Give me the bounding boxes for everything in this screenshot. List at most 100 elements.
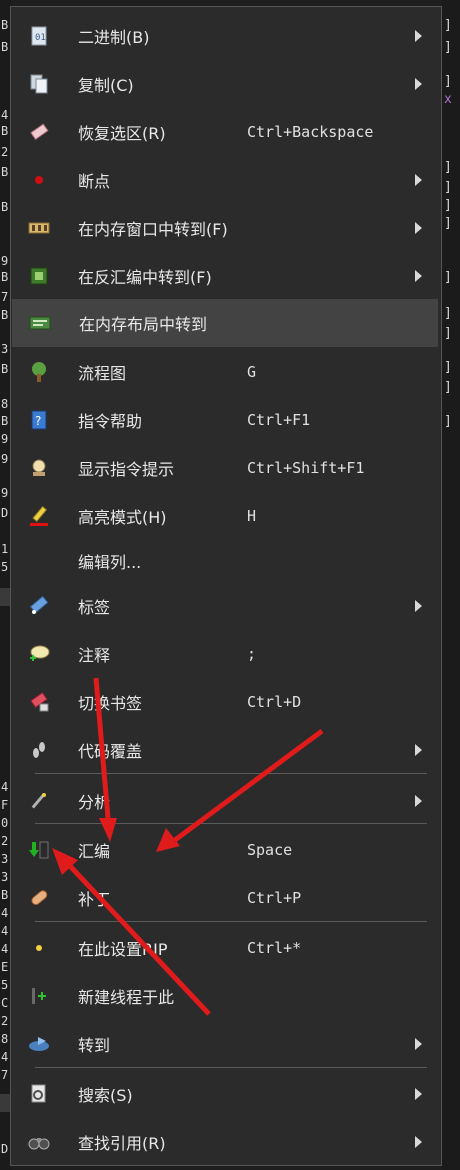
menu-item-edit-columns[interactable]: 编辑列...	[11, 537, 441, 585]
menu-item-label: 分析	[78, 793, 111, 812]
bg-glyph: ]	[444, 380, 452, 395]
submenu-arrow-icon	[415, 795, 422, 807]
menu-item-label: 查找引用(R)	[78, 1134, 166, 1153]
bg-glyph: ]	[444, 74, 452, 89]
menu-item-show-instruction-hint[interactable]: 显示指令提示 Ctrl+Shift+F1	[11, 444, 441, 492]
menu-item-shortcut: Ctrl+Shift+F1	[247, 459, 365, 477]
menu-item-analysis[interactable]: 分析	[11, 777, 441, 825]
submenu-arrow-icon	[415, 30, 422, 42]
menu-item-shortcut: Ctrl+P	[247, 889, 302, 907]
menu-item-assemble[interactable]: 汇编 Space	[11, 826, 441, 874]
bg-glyph: 8	[1, 1032, 9, 1046]
menu-item-breakpoint[interactable]: 断点	[11, 156, 441, 204]
menu-separator	[35, 1067, 427, 1068]
menu-item-shortcut: G	[247, 363, 257, 381]
bg-glyph: ]	[444, 270, 452, 285]
bg-glyph: B	[1, 200, 9, 214]
menu-item-copy[interactable]: 复制(C)	[11, 60, 441, 108]
bg-glyph: ]	[444, 414, 452, 429]
menu-item-new-thread-here[interactable]: 新建线程于此	[11, 972, 441, 1020]
bg-glyph: B	[1, 888, 9, 902]
magic-wand-icon	[28, 790, 50, 812]
menu-item-label: 汇编	[78, 842, 111, 861]
menu-item-label: 代码覆盖	[78, 742, 143, 761]
memory-map-icon	[29, 312, 51, 334]
menu-separator	[35, 823, 427, 824]
comment-icon	[28, 643, 50, 665]
menu-item-set-rip[interactable]: 在此设置RIP Ctrl+*	[11, 924, 441, 972]
bg-glyph: B	[1, 18, 9, 32]
submenu-arrow-icon	[415, 1038, 422, 1050]
menu-item-label: 流程图	[78, 364, 127, 383]
menu-item-shortcut: Ctrl+*	[247, 939, 302, 957]
footprints-icon	[28, 739, 50, 761]
menu-item-label: 标签	[78, 598, 111, 617]
menu-item-instruction-help[interactable]: ? 指令帮助 Ctrl+F1	[11, 396, 441, 444]
bg-glyph: ]	[444, 18, 452, 33]
menu-item-goto-disassembly[interactable]: 在反汇编中转到(F)	[11, 252, 441, 300]
new-thread-icon	[28, 985, 50, 1007]
bg-glyph: 2	[1, 1014, 9, 1028]
bg-glyph: 7	[1, 290, 9, 304]
menu-item-shortcut: Ctrl+F1	[247, 411, 311, 429]
bg-glyph: B	[1, 124, 9, 138]
highlighter-icon	[28, 505, 50, 527]
bg-glyph: B	[1, 40, 9, 54]
bg-glyph: 4	[1, 780, 9, 794]
menu-item-comment[interactable]: 注释 ;	[11, 630, 441, 678]
set-rip-icon	[28, 937, 50, 959]
menu-item-label: 高亮模式(H)	[78, 508, 167, 527]
bg-glyph: 4	[1, 906, 9, 920]
bg-glyph: 4	[1, 108, 9, 122]
bg-glyph: ]	[444, 160, 452, 175]
menu-item-label-submenu[interactable]: 标签	[11, 582, 441, 630]
svg-text:01: 01	[35, 33, 46, 43]
bookmark-icon	[28, 691, 50, 713]
help-book-icon: ?	[28, 409, 50, 431]
menu-item-label: 在内存窗口中转到(F)	[78, 220, 228, 239]
bg-glyph: ]	[444, 360, 452, 375]
bg-glyph: B	[1, 362, 9, 376]
submenu-arrow-icon	[415, 270, 422, 282]
menu-item-goto[interactable]: 转到	[11, 1020, 441, 1068]
menu-item-shortcut: Space	[247, 841, 293, 859]
menu-item-find-references[interactable]: 查找引用(R)	[11, 1118, 441, 1166]
bg-glyph: 5	[1, 560, 9, 574]
menu-item-binary[interactable]: 01 二进制(B)	[11, 12, 441, 60]
bg-glyph: 9	[1, 486, 9, 500]
menu-item-highlight-mode[interactable]: 高亮模式(H) H	[11, 492, 441, 540]
assemble-icon	[28, 839, 50, 861]
menu-item-restore-selection[interactable]: 恢复选区(R) Ctrl+Backspace	[11, 108, 441, 156]
bg-glyph: B	[1, 308, 9, 322]
background-right-column: ] ] ] x ] ] ] ] ] ] ] ] ] ]	[442, 0, 460, 1170]
bg-glyph: 9	[1, 432, 9, 446]
submenu-arrow-icon	[415, 1136, 422, 1148]
menu-item-shortcut: H	[247, 507, 257, 525]
bg-glyph: 1	[1, 542, 9, 556]
breakpoint-icon	[28, 169, 50, 191]
bg-glyph: E	[1, 960, 9, 974]
bg-glyph: 3	[1, 870, 9, 884]
menu-item-search[interactable]: 搜索(S)	[11, 1070, 441, 1118]
bg-glyph: ]	[444, 180, 452, 195]
bg-glyph: 3	[1, 342, 9, 356]
menu-item-label: 复制(C)	[78, 76, 134, 95]
menu-item-label: 显示指令提示	[78, 460, 175, 479]
bg-glyph: ]	[444, 326, 452, 341]
graph-tree-icon	[28, 361, 50, 383]
menu-item-goto-memory-window[interactable]: 在内存窗口中转到(F)	[11, 204, 441, 252]
menu-item-goto-memory-map[interactable]: 在内存布局中转到	[12, 299, 438, 347]
menu-item-shortcut: Ctrl+Backspace	[247, 123, 374, 141]
bg-glyph: C	[1, 996, 9, 1010]
bg-glyph: 8	[1, 397, 9, 411]
menu-item-patch[interactable]: 补丁 Ctrl+P	[11, 874, 441, 922]
menu-item-label: 注释	[78, 646, 111, 665]
menu-separator	[35, 773, 427, 774]
menu-item-toggle-bookmark[interactable]: 切换书签 Ctrl+D	[11, 678, 441, 726]
submenu-arrow-icon	[415, 222, 422, 234]
bg-glyph: 3	[1, 852, 9, 866]
label-tag-icon	[28, 595, 50, 617]
menu-item-code-coverage[interactable]: 代码覆盖	[11, 726, 441, 774]
submenu-arrow-icon	[415, 174, 422, 186]
menu-item-graph[interactable]: 流程图 G	[11, 348, 441, 396]
